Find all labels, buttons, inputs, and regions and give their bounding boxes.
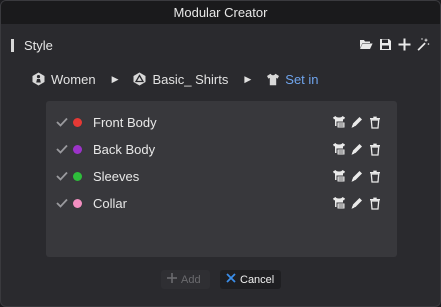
trash-icon[interactable] <box>367 169 382 184</box>
style-section-header: Style <box>11 37 431 53</box>
section-marker <box>11 38 14 52</box>
modular-creator-window: Modular Creator Style Women ▶ Basic_ Shi… <box>0 0 441 307</box>
breadcrumb-label: Women <box>51 71 96 87</box>
shirt-icon <box>265 72 280 87</box>
save-icon[interactable] <box>377 36 393 52</box>
add-button-label: Add <box>181 273 201 286</box>
edit-pencil-icon[interactable] <box>349 142 364 157</box>
chevron-right-icon: ▶ <box>244 73 252 84</box>
trash-icon[interactable] <box>367 142 382 157</box>
breadcrumb-label: Set in <box>285 71 319 87</box>
fabric-icon[interactable] <box>331 169 346 184</box>
cancel-button-label: Cancel <box>240 273 275 286</box>
plus-icon[interactable] <box>396 36 412 52</box>
header-actions <box>358 36 431 52</box>
item-label: Collar <box>93 195 127 211</box>
list-item[interactable]: Collar <box>46 191 397 215</box>
figure-icon <box>31 72 46 87</box>
list-item[interactable]: Front Body <box>46 110 397 134</box>
edit-pencil-icon[interactable] <box>349 196 364 211</box>
edit-pencil-icon[interactable] <box>349 115 364 130</box>
row-actions <box>331 142 382 157</box>
item-label: Back Body <box>93 141 156 157</box>
breadcrumb-item-basic-shirts[interactable]: Basic_ Shirts <box>132 72 228 87</box>
checkmark-icon[interactable] <box>56 170 68 182</box>
add-button[interactable]: Add <box>161 270 210 289</box>
breadcrumb: Women ▶ Basic_ Shirts ▶ Set in <box>31 69 319 89</box>
checkmark-icon[interactable] <box>56 143 68 155</box>
trash-icon[interactable] <box>367 196 382 211</box>
color-swatch <box>73 144 82 154</box>
fabric-icon[interactable] <box>331 115 346 130</box>
cancel-button[interactable]: Cancel <box>220 270 281 289</box>
style-item-list: Front Body Back Body Sleeves Collar <box>46 101 397 257</box>
item-label: Front Body <box>93 114 157 130</box>
folder-open-icon[interactable] <box>358 36 374 52</box>
close-icon <box>226 273 236 286</box>
list-item[interactable]: Back Body <box>46 137 397 161</box>
color-swatch <box>73 198 82 208</box>
row-actions <box>331 115 382 130</box>
breadcrumb-item-set-in[interactable]: Set in <box>265 71 319 87</box>
section-title: Style <box>24 37 53 53</box>
fabric-icon[interactable] <box>331 196 346 211</box>
color-swatch <box>73 171 82 181</box>
shirt-triangle-icon <box>132 72 147 87</box>
window-title: Modular Creator <box>1 1 440 24</box>
row-actions <box>331 169 382 184</box>
chevron-right-icon: ▶ <box>111 73 119 84</box>
fabric-icon[interactable] <box>331 142 346 157</box>
item-label: Sleeves <box>93 168 140 184</box>
breadcrumb-label: Basic_ Shirts <box>152 71 229 87</box>
list-item[interactable]: Sleeves <box>46 164 397 188</box>
plus-icon <box>167 273 177 286</box>
breadcrumb-item-women[interactable]: Women <box>31 72 96 87</box>
row-actions <box>331 196 382 211</box>
magic-wand-icon[interactable] <box>415 36 431 52</box>
checkmark-icon[interactable] <box>56 116 68 128</box>
checkmark-icon[interactable] <box>56 197 68 209</box>
color-swatch <box>73 117 82 127</box>
trash-icon[interactable] <box>367 115 382 130</box>
edit-pencil-icon[interactable] <box>349 169 364 184</box>
dialog-footer: Add Cancel <box>1 270 440 290</box>
